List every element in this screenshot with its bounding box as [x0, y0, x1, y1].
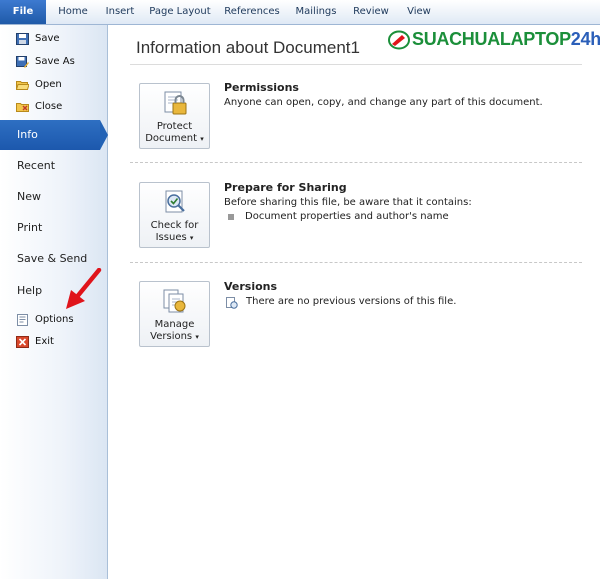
nav-info[interactable]: Info [0, 120, 108, 150]
close-folder-icon [16, 103, 29, 112]
check-label-1: Check for [150, 220, 199, 231]
prepare-sharing-text: Before sharing this file, be aware that … [224, 197, 472, 208]
versions-icon [163, 289, 186, 313]
prepare-sharing-bullet: Document properties and author's name [245, 211, 449, 222]
versions-text: There are no previous versions of this f… [246, 296, 457, 307]
check-for-issues-button[interactable]: Check for Issues ▾ [139, 182, 210, 248]
protect-document-button[interactable]: Protect Document ▾ [139, 83, 210, 149]
watermark-logo: SUACHUALAPTOP24h [388, 28, 600, 52]
annotation-arrow-icon [66, 268, 102, 309]
tab-page-layout[interactable]: Page Layout [148, 0, 212, 24]
save-as-command[interactable]: Save As [0, 52, 108, 72]
manage-versions-button[interactable]: Manage Versions ▾ [139, 281, 210, 347]
nav-recent[interactable]: Recent [0, 151, 108, 181]
save-as-icon [16, 56, 29, 68]
exit-icon [16, 336, 29, 348]
permissions-heading: Permissions [224, 81, 299, 94]
tab-home[interactable]: Home [52, 0, 94, 24]
lock-document-icon [164, 91, 187, 115]
versions-heading: Versions [224, 280, 278, 293]
close-label: Close [35, 101, 63, 112]
open-label: Open [35, 79, 62, 90]
nav-new[interactable]: New [0, 182, 108, 212]
manage-label-2: Versions [150, 331, 193, 342]
tab-review[interactable]: Review [350, 0, 392, 24]
section-divider [130, 162, 582, 163]
ribbon-tab-bar: File Home Insert Page Layout References … [0, 0, 600, 25]
permissions-text: Anyone can open, copy, and change any pa… [224, 97, 543, 108]
exit-command[interactable]: Exit [0, 332, 108, 352]
logo-brand: SUACHUALAPTOP [412, 29, 571, 49]
versions-small-icon [226, 297, 238, 309]
logo-icon [388, 30, 410, 50]
save-command[interactable]: Save [0, 29, 108, 49]
section-divider [130, 262, 582, 263]
save-as-label: Save As [35, 56, 75, 67]
title-divider [130, 64, 582, 65]
check-label-2: Issues [155, 232, 187, 243]
options-command[interactable]: Options [0, 310, 108, 330]
open-folder-icon [16, 81, 29, 90]
tab-insert[interactable]: Insert [100, 0, 140, 24]
protect-label-1: Protect [156, 121, 193, 132]
tab-view[interactable]: View [402, 0, 436, 24]
logo-suffix: 24h [570, 29, 600, 49]
tab-references[interactable]: References [222, 0, 282, 24]
tab-file[interactable]: File [0, 0, 46, 24]
tab-mailings[interactable]: Mailings [292, 0, 340, 24]
open-command[interactable]: Open [0, 75, 108, 95]
exit-label: Exit [35, 336, 54, 347]
bullet-icon [228, 214, 234, 220]
save-icon [16, 33, 29, 45]
inspect-document-icon [165, 190, 185, 213]
page-title: Information about Document1 [136, 38, 360, 57]
save-label: Save [35, 33, 60, 44]
prepare-sharing-heading: Prepare for Sharing [224, 181, 347, 194]
options-label: Options [35, 314, 74, 325]
options-icon [17, 314, 28, 326]
nav-print[interactable]: Print [0, 213, 108, 243]
protect-label-2: Document [145, 133, 198, 144]
close-command[interactable]: Close [0, 97, 108, 117]
manage-label-1: Manage [154, 319, 195, 330]
